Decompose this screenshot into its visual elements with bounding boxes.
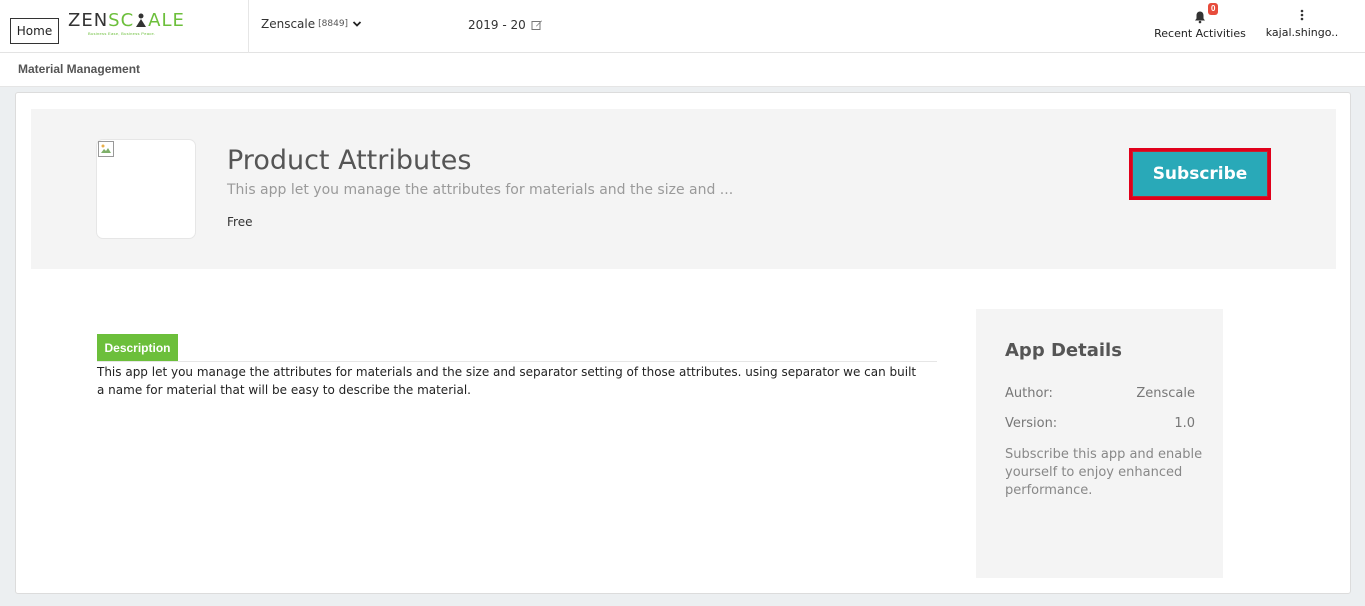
app-detail-panel: Product Attributes This app let you mana…	[15, 92, 1351, 594]
user-menu[interactable]: kajal.shingo..	[1262, 8, 1342, 39]
subscribe-note: Subscribe this app and enable yourself t…	[1005, 447, 1203, 498]
logo-text-ale: ALE	[148, 10, 185, 31]
recent-activities-label: Recent Activities	[1154, 27, 1246, 40]
company-name: Zenscale	[261, 17, 316, 31]
version-label: Version:	[1005, 416, 1058, 431]
subscribe-button[interactable]: Subscribe	[1129, 148, 1271, 200]
logo-text-sc: SC	[108, 10, 135, 31]
recent-activities[interactable]: 0 Recent Activities	[1152, 3, 1248, 40]
version-value: 1.0	[1174, 416, 1195, 431]
description-text: This app let you manage the attributes f…	[97, 365, 917, 397]
logo-tagline: Business Ease, Business Peace.	[88, 31, 156, 36]
tab-description[interactable]: Description	[97, 334, 178, 362]
chevron-down-icon	[352, 21, 362, 27]
page-title: Material Management	[18, 62, 141, 76]
app-hero: Product Attributes This app let you mana…	[31, 109, 1336, 269]
breadcrumb: Material Management	[0, 53, 1365, 87]
company-code: [8849]	[318, 19, 349, 29]
fiscal-year-label: 2019 - 20	[468, 18, 526, 32]
description-divider	[97, 361, 937, 362]
app-image	[96, 139, 196, 239]
logo-person-icon	[136, 13, 147, 27]
logo-text-zen: ZEN	[68, 10, 109, 31]
notification-badge: 0	[1208, 3, 1219, 15]
bell-icon	[1195, 11, 1205, 24]
fiscal-year-selector[interactable]: 2019 - 20	[468, 18, 543, 32]
app-subtitle: This app let you manage the attributes f…	[227, 182, 734, 198]
author-row: Author: Zenscale	[1005, 386, 1195, 401]
app-title: Product Attributes	[227, 145, 472, 176]
app-details-card: App Details Author: Zenscale Version: 1.…	[976, 309, 1223, 578]
header-divider	[248, 0, 249, 53]
home-button[interactable]: Home	[10, 18, 59, 44]
vertical-dots-icon	[1300, 9, 1304, 21]
zenscale-logo[interactable]: ZENSC ALE Business Ease, Business Peace.	[68, 10, 185, 37]
app-price: Free	[227, 215, 253, 229]
user-name: kajal.shingo..	[1265, 26, 1339, 39]
author-value: Zenscale	[1136, 386, 1195, 401]
company-selector[interactable]: Zenscale [8849]	[261, 17, 362, 31]
author-label: Author:	[1005, 386, 1053, 401]
top-header: Home ZENSC ALE Business Ease, Business Pe…	[0, 0, 1365, 53]
version-row: Version: 1.0	[1005, 416, 1195, 431]
edit-icon[interactable]	[531, 19, 543, 31]
broken-image-icon	[98, 141, 114, 157]
app-details-heading: App Details	[1005, 340, 1122, 361]
